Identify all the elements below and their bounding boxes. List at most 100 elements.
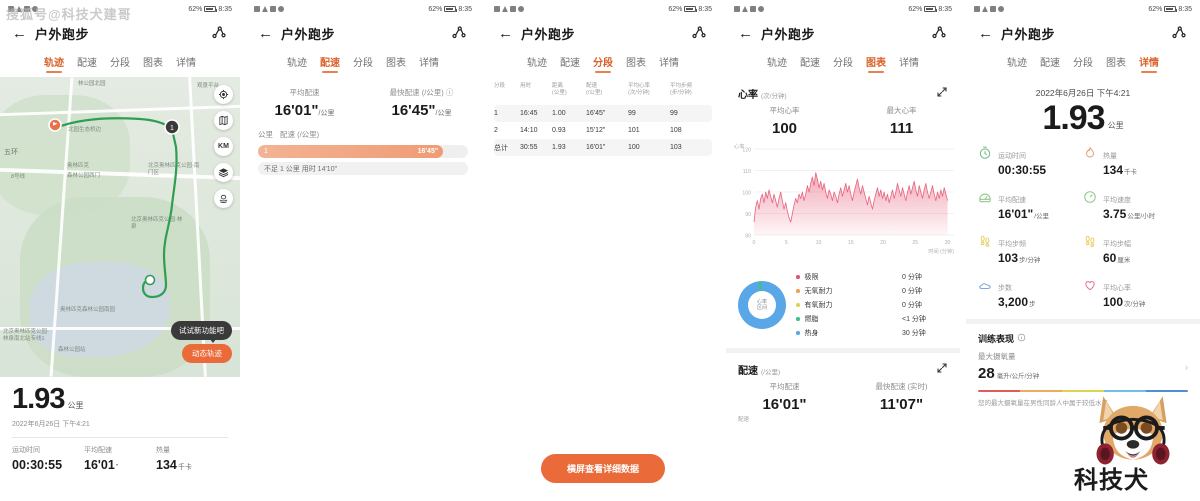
dynamic-track-button[interactable]: 动态轨迹 <box>182 344 232 363</box>
pace-bar-partial: 不足 1 公里 用时 14'10" <box>258 162 468 175</box>
bluetooth-icon <box>518 6 524 12</box>
svg-text:110: 110 <box>743 169 751 175</box>
clock-label: 8:35 <box>458 5 472 13</box>
tab-splits[interactable]: 分段 <box>110 54 130 73</box>
metric-label: 平均步幅 <box>1103 241 1131 248</box>
expand-icon[interactable] <box>936 361 948 373</box>
tab-detail[interactable]: 详情 <box>659 54 679 73</box>
status-icons-right: 62% 8:35 <box>908 6 952 13</box>
locate-icon[interactable] <box>214 85 233 104</box>
col-time: 用时 <box>520 83 532 89</box>
panel-track: 62% 8:35 ← 户外跑步 轨迹 配速 分段 图表 详情 林公园北园 观景平… <box>0 0 240 501</box>
status-icons-left <box>494 6 524 12</box>
svg-text:20: 20 <box>880 240 886 246</box>
status-icons-left <box>254 6 284 12</box>
zone-label: 有氧耐力 <box>804 302 833 309</box>
detail-datetime: 2022年6月26日 下午4:21 <box>1035 88 1131 98</box>
pace-metrics: 平均配速 16'01"/公里 最快配速 (/公里) ⓘ 16'45"/公里 <box>246 77 480 129</box>
page-title: 户外跑步 <box>761 26 816 42</box>
tab-bar: 轨迹 配速 分段 图表 详情 <box>246 48 480 77</box>
list-item: 热身 30 分钟 <box>796 326 948 340</box>
page-title: 户外跑步 <box>1001 26 1056 42</box>
tab-pace[interactable]: 配速 <box>1040 54 1060 73</box>
tab-chart[interactable]: 图表 <box>386 54 406 73</box>
tab-track[interactable]: 轨迹 <box>767 54 787 73</box>
metric-value: 134 <box>1103 163 1124 177</box>
signal-icon <box>502 6 508 12</box>
share-icon[interactable] <box>1170 24 1188 42</box>
metric-avg-cadence: 平均步频 103步/分钟 <box>978 233 1083 265</box>
compass-icon[interactable] <box>214 111 233 130</box>
landscape-detail-button[interactable]: 横屏查看详细数据 <box>540 454 666 483</box>
tab-track[interactable]: 轨迹 <box>287 54 307 73</box>
share-icon[interactable] <box>450 24 468 42</box>
chevron-right-icon[interactable]: › <box>1185 362 1188 372</box>
back-arrow-icon[interactable]: ← <box>738 26 753 41</box>
metric-label: 平均速度 <box>1103 197 1131 204</box>
back-arrow-icon[interactable]: ← <box>978 26 993 41</box>
cell-avg-hr: 100 <box>628 144 640 151</box>
info-icon[interactable] <box>1017 333 1026 344</box>
metric-unit: 千卡 <box>1124 169 1138 176</box>
tab-splits[interactable]: 分段 <box>593 54 613 73</box>
tab-pace[interactable]: 配速 <box>320 54 340 73</box>
flame-icon <box>1083 146 1097 160</box>
status-icons-right: 62% 8:35 <box>1148 6 1192 13</box>
tab-track[interactable]: 轨迹 <box>44 54 64 73</box>
col-pace-label: 配速 (/公里) <box>280 130 320 139</box>
cell-pace: 16'01" <box>586 144 606 151</box>
page-title: 户外跑步 <box>281 26 336 42</box>
share-icon[interactable] <box>210 24 228 42</box>
tab-bar: 轨迹 配速 分段 图表 详情 <box>486 48 720 77</box>
detail-distance-block: 1.93 公里 <box>966 101 1200 145</box>
tab-detail[interactable]: 详情 <box>176 54 196 73</box>
bluetooth-icon <box>758 6 764 12</box>
wifi-icon <box>990 6 996 12</box>
status-icons-left <box>734 6 764 12</box>
metric-value: 60 <box>1103 251 1117 265</box>
signal-icon <box>262 6 268 12</box>
tab-bar: 轨迹 配速 分段 图表 详情 <box>0 48 240 77</box>
tab-chart[interactable]: 图表 <box>626 54 646 73</box>
tab-chart[interactable]: 图表 <box>1106 54 1126 73</box>
page-title: 户外跑步 <box>521 26 576 42</box>
back-arrow-icon[interactable]: ← <box>258 26 273 41</box>
cell-split: 总计 <box>494 144 508 152</box>
tab-track[interactable]: 轨迹 <box>527 54 547 73</box>
tab-detail[interactable]: 详情 <box>419 54 439 73</box>
share-icon[interactable] <box>930 24 948 42</box>
tab-track[interactable]: 轨迹 <box>1007 54 1027 73</box>
tab-pace[interactable]: 配速 <box>77 54 97 73</box>
back-arrow-icon[interactable]: ← <box>12 26 27 41</box>
tab-splits[interactable]: 分段 <box>353 54 373 73</box>
cell-avg-hr: 99 <box>628 110 636 117</box>
tab-pace[interactable]: 配速 <box>560 54 580 73</box>
share-icon[interactable] <box>690 24 708 42</box>
tab-chart[interactable]: 图表 <box>143 54 163 73</box>
tab-bar: 轨迹 配速 分段 图表 详情 <box>966 48 1200 77</box>
map-view[interactable]: 林公园北园 观景平台 北园生态桥边 五环 8号线 奥林匹克 森林公园西门 北京奥… <box>0 77 240 377</box>
stat-duration: 运动时间 00:30:55 <box>12 445 84 472</box>
run-datetime: 2022年6月26日 下午4:21 <box>12 421 90 428</box>
metric-value: 16'45" <box>391 102 436 119</box>
back-arrow-icon[interactable]: ← <box>498 26 513 41</box>
km-icon[interactable]: KM <box>214 137 233 156</box>
expand-icon[interactable] <box>936 85 948 97</box>
tab-chart[interactable]: 图表 <box>866 54 886 73</box>
tab-splits[interactable]: 分段 <box>833 54 853 73</box>
metric-label: 平均心率 <box>769 106 800 115</box>
stat-unit: 千卡 <box>177 464 192 471</box>
metric-avg-pace: 平均配速 16'01" <box>726 381 843 413</box>
tab-splits[interactable]: 分段 <box>1073 54 1093 73</box>
svg-text:5: 5 <box>785 240 788 246</box>
tab-detail[interactable]: 详情 <box>899 54 919 73</box>
battery-icon <box>684 6 698 12</box>
status-bar: 62% 8:35 <box>966 0 1200 18</box>
layers-icon[interactable] <box>214 163 233 182</box>
footprints-icon <box>1083 234 1097 248</box>
tab-pace[interactable]: 配速 <box>800 54 820 73</box>
tab-detail[interactable]: 详情 <box>1139 54 1159 73</box>
tip-bubble: 试试新功能吧 <box>171 321 232 343</box>
satellite-icon[interactable] <box>214 189 233 208</box>
pace-card-metrics: 平均配速 16'01" 最快配速 (实时) 11'07" <box>726 377 960 415</box>
